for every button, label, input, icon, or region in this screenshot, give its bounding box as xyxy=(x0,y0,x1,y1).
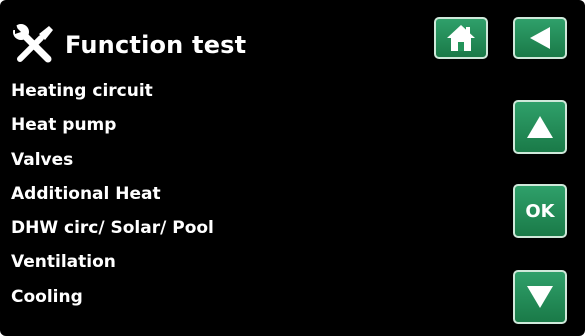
page-title: Function test xyxy=(65,31,247,59)
tools-icon xyxy=(13,24,53,63)
menu-item-heating-circuit[interactable]: Heating circuit xyxy=(11,74,214,108)
header: Function test xyxy=(11,22,246,68)
ok-button[interactable]: OK xyxy=(513,184,567,238)
scroll-up-button[interactable] xyxy=(513,100,567,154)
scroll-down-button[interactable] xyxy=(513,270,567,324)
back-arrow-icon xyxy=(530,27,550,49)
menu-item-additional-heat[interactable]: Additional Heat xyxy=(11,177,214,211)
menu-item-heat-pump[interactable]: Heat pump xyxy=(11,108,214,142)
down-arrow-icon xyxy=(527,286,553,308)
up-arrow-icon xyxy=(527,116,553,138)
function-test-menu: Heating circuit Heat pump Valves Additio… xyxy=(11,74,214,314)
back-button[interactable] xyxy=(513,17,567,59)
home-button[interactable] xyxy=(434,17,488,59)
menu-item-valves[interactable]: Valves xyxy=(11,143,214,177)
ok-label: OK xyxy=(525,200,555,222)
menu-item-ventilation[interactable]: Ventilation xyxy=(11,245,214,279)
menu-item-dhw-circ-solar-pool[interactable]: DHW circ/ Solar/ Pool xyxy=(11,211,214,245)
display-screen: Function test OK Heating circuit Heat pu… xyxy=(0,0,585,336)
menu-item-cooling[interactable]: Cooling xyxy=(11,280,214,314)
home-icon xyxy=(447,25,475,51)
